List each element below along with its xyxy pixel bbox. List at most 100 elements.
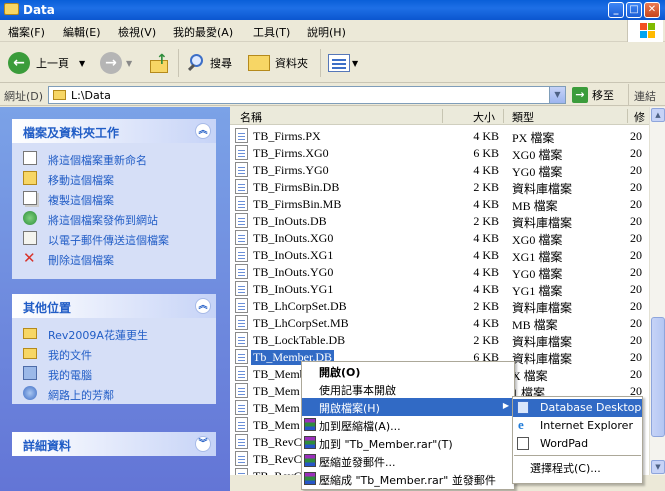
table-row[interactable]: TB_InOuts.YG1 4 KB YG1 檔案 20 — [230, 280, 649, 298]
place-my-documents[interactable]: 我的文件 — [12, 344, 216, 364]
file-icon — [235, 298, 248, 313]
file-icon — [235, 417, 248, 432]
task-delete[interactable]: ✕ 刪除這個檔案 — [12, 249, 216, 269]
place-parent-folder[interactable]: Rev2009A花蓮更生 — [12, 324, 216, 344]
task-rename[interactable]: 將這個檔案重新命名 — [12, 149, 216, 169]
go-label: 移至 — [592, 89, 614, 102]
collapse-icon[interactable]: ︽ — [195, 298, 211, 314]
file-name: TB_LockTable.DB — [253, 333, 346, 347]
menu-add-to-archive[interactable]: 加到壓縮檔(A)... — [302, 416, 514, 434]
table-row[interactable]: TB_LockTable.DB 2 KB 資料庫檔案 20 — [230, 331, 649, 349]
winrar-icon — [304, 436, 316, 449]
maximize-button[interactable]: □ — [626, 2, 642, 18]
vertical-scrollbar[interactable]: ▲ ▼ — [649, 107, 665, 475]
views-dropdown-icon[interactable]: ▼ — [352, 59, 358, 68]
other-places-header[interactable]: 其他位置 ︽ — [12, 294, 216, 318]
open-with-submenu: Database Desktop e Internet Explorer Wor… — [512, 396, 643, 484]
task-email[interactable]: 以電子郵件傳送這個檔案 — [12, 229, 216, 249]
place-my-computer[interactable]: 我的電腦 — [12, 364, 216, 384]
submenu-database-desktop[interactable]: Database Desktop — [513, 399, 642, 417]
views-icon — [328, 54, 350, 72]
column-size[interactable]: 大小 — [473, 109, 495, 125]
file-date: 20 — [630, 214, 642, 228]
up-folder-button[interactable]: ↑ — [148, 51, 170, 75]
file-date: 20 — [630, 231, 642, 245]
views-button[interactable]: ▼ — [328, 51, 358, 75]
toolbar: ← 上一頁 ▼ → ▼ ↑ 搜尋 資料夾 ▼ — [0, 43, 665, 83]
back-label: 上一頁 — [36, 57, 69, 70]
address-dropdown-icon[interactable]: ▼ — [549, 87, 565, 103]
scrollbar-thumb[interactable] — [651, 317, 665, 437]
menu-open-with-notepad[interactable]: 使用記事本開啟 — [302, 380, 514, 398]
task-pane: 檔案及資料夾工作 ︽ 將這個檔案重新命名 移動這個檔案 複製這個檔案 將這個檔案… — [0, 107, 230, 491]
table-row[interactable]: TB_Firms.PX 4 KB PX 檔案 20 — [230, 127, 649, 145]
file-date: 20 — [630, 146, 642, 160]
table-row[interactable]: TB_InOuts.DB 2 KB 資料庫檔案 20 — [230, 212, 649, 230]
scroll-down-icon[interactable]: ▼ — [651, 460, 665, 474]
table-row[interactable]: TB_FirmsBin.MB 4 KB MB 檔案 20 — [230, 195, 649, 213]
column-date[interactable]: 修 — [634, 109, 645, 125]
table-row[interactable]: TB_LhCorpSet.DB 2 KB 資料庫檔案 20 — [230, 297, 649, 315]
context-menu: 開啟(O) 使用記事本開啟 開啟檔案(H) ▶ 加到壓縮檔(A)... 加到 "T… — [301, 361, 515, 490]
menu-compress-email[interactable]: 壓縮並發郵件... — [302, 452, 514, 470]
folders-label: 資料夾 — [275, 57, 308, 70]
file-icon — [235, 162, 248, 177]
table-row[interactable]: TB_LhCorpSet.MB 4 KB MB 檔案 20 — [230, 314, 649, 332]
menu-favorites[interactable]: 我的最愛(A) — [173, 24, 233, 40]
menu-open-with[interactable]: 開啟檔案(H) ▶ — [302, 398, 514, 416]
file-tasks-title: 檔案及資料夾工作 — [23, 126, 120, 140]
menu-help[interactable]: 說明(H) — [307, 24, 346, 40]
table-row[interactable]: TB_FirmsBin.DB 2 KB 資料庫檔案 20 — [230, 178, 649, 196]
database-desktop-icon — [517, 401, 529, 414]
table-row[interactable]: TB_Firms.YG0 4 KB YG0 檔案 20 — [230, 161, 649, 179]
menu-tools[interactable]: 工具(T) — [253, 24, 290, 40]
address-label: 網址(D) — [4, 90, 44, 103]
scroll-up-icon[interactable]: ▲ — [651, 108, 665, 122]
file-name: TB_Memb — [253, 367, 306, 381]
menu-view[interactable]: 檢視(V) — [118, 24, 156, 40]
back-dropdown-icon[interactable]: ▼ — [79, 59, 85, 68]
details-header[interactable]: 詳細資料 ︾ — [12, 432, 216, 456]
place-network[interactable]: 網路上的芳鄰 — [12, 384, 216, 404]
minimize-button[interactable]: _ — [608, 2, 624, 18]
file-icon — [235, 332, 248, 347]
file-tasks-header[interactable]: 檔案及資料夾工作 ︽ — [12, 119, 216, 143]
column-type[interactable]: 類型 — [512, 109, 534, 125]
table-row[interactable]: TB_InOuts.YG0 4 KB YG0 檔案 20 — [230, 263, 649, 281]
file-name: TB_InOuts.YG1 — [253, 282, 334, 296]
menu-file[interactable]: 檔案(F) — [8, 24, 45, 40]
links-label[interactable]: 連結 — [634, 88, 656, 104]
file-tasks-panel: 檔案及資料夾工作 ︽ 將這個檔案重新命名 移動這個檔案 複製這個檔案 將這個檔案… — [12, 119, 216, 279]
search-button[interactable]: 搜尋 — [186, 51, 232, 75]
close-button[interactable]: ✕ — [644, 2, 660, 18]
my-documents-icon — [23, 348, 37, 359]
folders-button[interactable]: 資料夾 — [248, 51, 308, 75]
menu-open[interactable]: 開啟(O) — [302, 362, 514, 380]
task-copy[interactable]: 複製這個檔案 — [12, 189, 216, 209]
collapse-icon[interactable]: ︽ — [195, 123, 211, 139]
expand-icon[interactable]: ︾ — [195, 436, 211, 452]
task-publish[interactable]: 將這個檔案發佈到網站 — [12, 209, 216, 229]
table-row[interactable]: TB_Firms.XG0 6 KB XG0 檔案 20 — [230, 144, 649, 162]
column-name[interactable]: 名稱 — [240, 109, 262, 125]
table-row[interactable]: TB_InOuts.XG0 4 KB XG0 檔案 20 — [230, 229, 649, 247]
table-row[interactable]: TB_InOuts.XG1 4 KB XG1 檔案 20 — [230, 246, 649, 264]
submenu-choose-program[interactable]: 選擇程式(C)... — [513, 458, 642, 476]
rename-icon — [23, 151, 37, 165]
submenu-internet-explorer[interactable]: e Internet Explorer — [513, 417, 642, 435]
windows-logo-icon — [627, 20, 663, 42]
menu-add-to-rar[interactable]: 加到 "Tb_Member.rar"(T) — [302, 434, 514, 452]
forward-dropdown-icon[interactable]: ▼ — [126, 59, 132, 68]
go-button[interactable]: → 移至 — [572, 87, 614, 103]
task-move[interactable]: 移動這個檔案 — [12, 169, 216, 189]
address-input[interactable]: L:\Data ▼ — [48, 86, 566, 104]
move-icon — [23, 171, 37, 185]
back-button[interactable]: ← 上一頁 ▼ — [8, 51, 85, 75]
menu-edit[interactable]: 編輯(E) — [63, 24, 101, 40]
submenu-wordpad[interactable]: WordPad — [513, 435, 642, 453]
file-icon — [235, 451, 248, 466]
forward-button[interactable]: → ▼ — [100, 51, 132, 75]
file-icon — [235, 281, 248, 296]
file-size: 2 KB — [473, 333, 499, 347]
menu-compress-rar-email[interactable]: 壓縮成 "Tb_Member.rar" 並發郵件 — [302, 470, 514, 488]
